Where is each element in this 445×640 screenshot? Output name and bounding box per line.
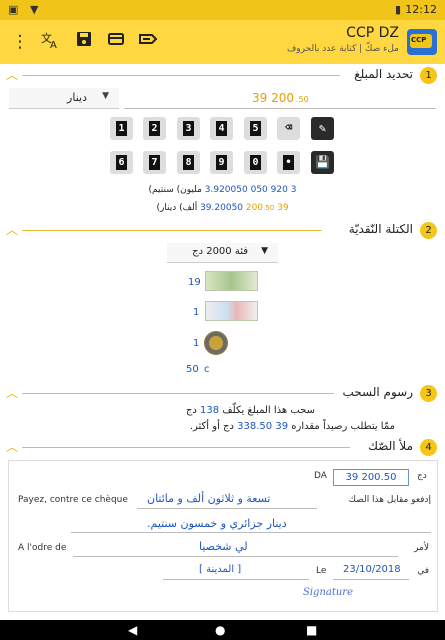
section-number: 1 (420, 67, 437, 84)
chevron-up-icon: ︿ (6, 68, 19, 82)
le-label: Le (316, 566, 327, 576)
app-title: CCP DZ (346, 25, 399, 41)
fee-cost-line: سحب هذا المبلغ يكلّف 138 دج (185, 405, 315, 416)
amount-main: 39 200 (252, 91, 294, 105)
key-4[interactable]: 4 (210, 117, 233, 140)
home-icon[interactable]: ● (215, 623, 225, 637)
banknote-2000-image (205, 271, 258, 291)
signature: Signature (303, 587, 354, 598)
divider (163, 579, 309, 580)
divider (73, 556, 398, 557)
key-8[interactable]: 8 (177, 151, 200, 174)
section-number: 3 (420, 385, 437, 402)
menu-icon[interactable]: ⋮ (8, 30, 32, 54)
notification-icon: ▣ (8, 3, 19, 16)
key-2[interactable]: 2 (143, 117, 166, 140)
status-time: 12:12 (405, 3, 437, 16)
app-logo: CCP (407, 29, 437, 55)
nav-bar: ◀ ● ■ (0, 620, 445, 640)
divider (71, 532, 431, 533)
divider (22, 75, 340, 76)
pay-label-fr: Payez, contre ce chèque (18, 495, 128, 505)
denomination-value: فئة 2000 دج (192, 246, 248, 257)
status-bar: ▣ ▼ ▮ 12:12 (0, 0, 445, 20)
clear-eraser-icon[interactable]: ✎ (311, 117, 334, 140)
count-banknote-2000: 19 (188, 277, 201, 288)
recents-icon[interactable]: ■ (306, 623, 317, 637)
battery-icon: ▮ (394, 3, 401, 16)
amount-words-line-2: دينار جزائري و خمسون سنتيم. (147, 517, 287, 530)
amount-input[interactable]: 39 200 .50 (124, 88, 436, 109)
section-title: الكتلة النّقديّة (348, 222, 413, 236)
cheque-icon[interactable] (136, 30, 160, 54)
back-icon[interactable]: ◀ (128, 623, 137, 637)
dj-label: دج (417, 471, 427, 481)
key-5[interactable]: 5 (244, 117, 267, 140)
payee-name[interactable]: لي شخصيا (199, 540, 248, 553)
fi-label: في (417, 566, 429, 576)
divider (333, 579, 409, 580)
dropdown-arrow-icon: ▼ (102, 91, 109, 101)
translate-icon[interactable]: 文A (38, 30, 62, 54)
save-icon[interactable] (72, 30, 96, 54)
place-field[interactable]: [ المدينة ] (199, 564, 241, 575)
order-label-ar: لأمر (414, 543, 429, 553)
divider (22, 447, 350, 448)
app-subtitle: ملء صكّ | كتابة عدد بالحروف (286, 44, 399, 54)
key-decimal-point[interactable]: • (277, 151, 300, 174)
wifi-icon: ▼ (30, 3, 39, 16)
key-7[interactable]: 7 (143, 151, 166, 174)
centimes-unit: c (204, 364, 210, 375)
app-bar: ⋮ 文A CCP DZ ملء صكّ | كتابة عدد بالحروف … (0, 20, 445, 64)
amount-words-line-1: تسعة و ثلاثون ألف و مائتان (147, 492, 271, 505)
key-3[interactable]: 3 (177, 117, 200, 140)
pay-label-ar: إدفعو مقابل هذا الصك (348, 495, 431, 505)
key-6[interactable]: 6 (110, 151, 133, 174)
card-icon[interactable] (104, 30, 128, 54)
section-number: 2 (420, 222, 437, 239)
cheque-amount-box[interactable]: 39 200.50 (333, 469, 409, 486)
key-0[interactable]: 0 (244, 151, 267, 174)
count-centimes: 50 (186, 364, 199, 375)
da-label: DA (314, 471, 327, 481)
date-field[interactable]: 23/10/2018 (343, 564, 401, 575)
cheque-form: DA 39 200.50 دج Payez, contre ce chèque … (8, 460, 438, 612)
section-number: 4 (420, 439, 437, 456)
count-banknote-1000: 1 (193, 307, 200, 318)
currency-value: دينار (67, 91, 87, 104)
key-9[interactable]: 9 (210, 151, 233, 174)
denomination-select[interactable]: فئة 2000 دج ▼ (167, 243, 278, 263)
chevron-up-icon: ︿ (6, 223, 19, 237)
key-1[interactable]: 1 (110, 117, 133, 140)
count-coin-200: 1 (193, 338, 200, 349)
amount-centimes-words: 3 920 050 3.920050 مليون) سنتيم) (148, 185, 297, 195)
section-title: ملأ الصّك (368, 439, 413, 453)
svg-text:A: A (50, 40, 57, 50)
section-header-amount[interactable]: ︿ تحديد المبلغ 1 (0, 66, 445, 86)
chevron-up-icon: ︿ (6, 440, 19, 454)
divider (22, 393, 334, 394)
order-label-fr: A l'odre de (18, 543, 67, 553)
save-amount-icon[interactable]: 💾 (311, 151, 334, 174)
amount-cents: .50 (296, 95, 309, 104)
backspace-icon[interactable]: ⌫ (277, 117, 300, 140)
section-title: تحديد المبلغ (354, 67, 413, 81)
section-header-fees[interactable]: ︿ رسوم السحب 3 (0, 384, 445, 404)
dropdown-arrow-icon: ▼ (261, 246, 268, 256)
currency-select[interactable]: دينار ▼ (9, 88, 119, 109)
section-title: رسوم السحب (342, 385, 413, 399)
chevron-up-icon: ︿ (6, 386, 19, 400)
amount-dinars-words: 39 200.50 39.20050 ألف) دينار) (156, 203, 289, 213)
banknote-1000-image (205, 301, 258, 321)
divider (22, 230, 322, 231)
coin-200-image (204, 331, 228, 355)
fee-balance-line: ممّا يتطلب رصيداً مقداره 39 338.50 دج أو… (189, 421, 395, 432)
section-header-cheque[interactable]: ︿ ملأ الصّك 4 (0, 438, 445, 458)
section-header-cash[interactable]: ︿ الكتلة النّقديّة 2 (0, 221, 445, 241)
divider (137, 508, 317, 509)
